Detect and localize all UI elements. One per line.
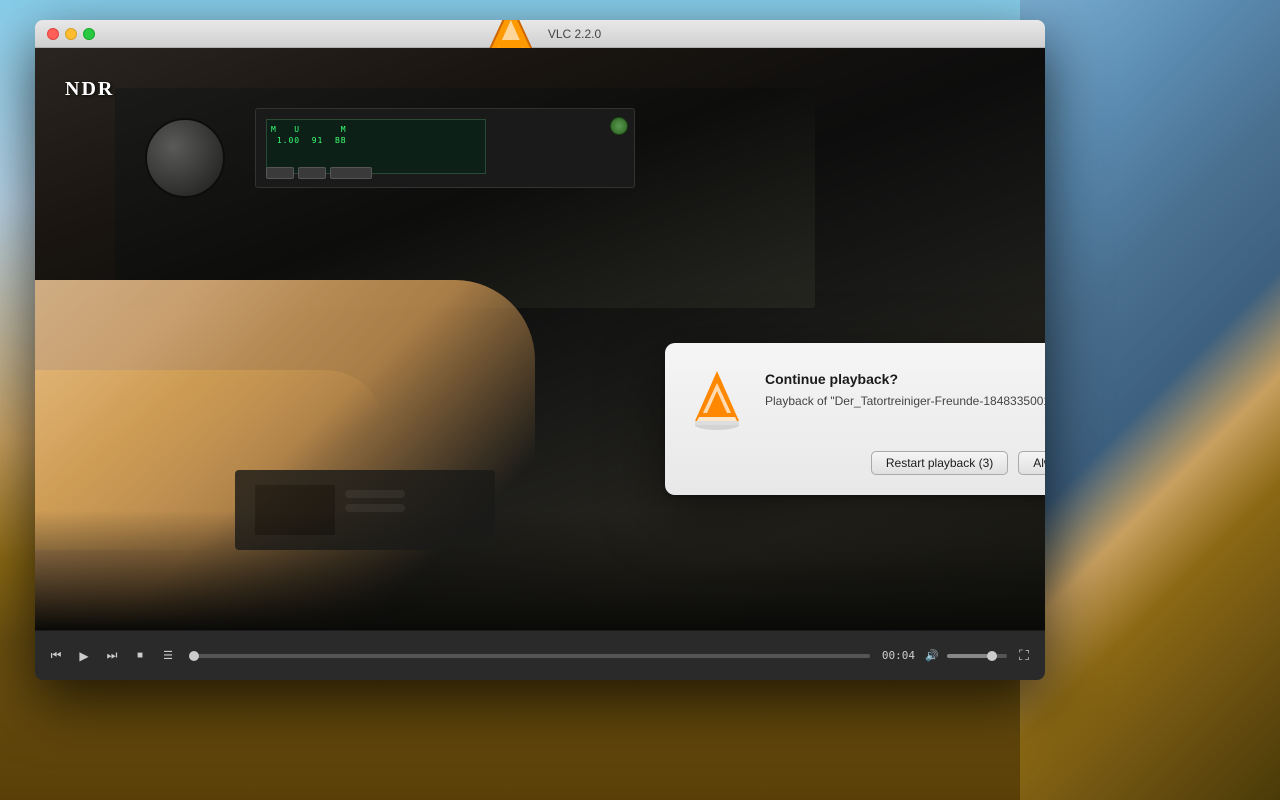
radio-unit: M U M 1.00 91 BB bbox=[255, 108, 635, 188]
close-button[interactable] bbox=[47, 28, 59, 40]
always-continue-button[interactable]: Always continue bbox=[1018, 451, 1045, 475]
radio-buttons bbox=[266, 167, 372, 179]
minimize-button[interactable] bbox=[65, 28, 77, 40]
play-button[interactable]: ▶ bbox=[73, 645, 95, 667]
stop-button[interactable]: ■ bbox=[129, 645, 151, 667]
rewind-button[interactable]: ⏮ bbox=[45, 645, 67, 667]
volume-fill bbox=[947, 654, 992, 658]
playlist-button[interactable]: ☰ bbox=[157, 645, 179, 667]
car-panel: M U M 1.00 91 BB bbox=[115, 88, 815, 308]
progress-bar[interactable] bbox=[191, 654, 870, 658]
volume-icon[interactable]: 🔊 bbox=[921, 645, 943, 667]
continue-dialog: Continue playback? Playback of "Der_Tato… bbox=[665, 343, 1045, 495]
video-content: M U M 1.00 91 BB bbox=[35, 48, 1045, 630]
dialog-message: Playback of "Der_Tatortreiniger-Freunde-… bbox=[765, 393, 1045, 410]
restart-playback-button[interactable]: Restart playback (3) bbox=[871, 451, 1008, 475]
green-knob bbox=[610, 117, 628, 135]
dialog-content: Continue playback? Playback of "Der_Tato… bbox=[685, 367, 1045, 431]
vlc-window: VLC 2.2.0 M U M 1.00 91 BB bbox=[35, 20, 1045, 680]
title-bar: VLC 2.2.0 bbox=[35, 20, 1045, 48]
dialog-title: Continue playback? bbox=[765, 371, 1045, 387]
dialog-buttons: Restart playback (3) Always continue Con… bbox=[685, 451, 1045, 475]
video-area: M U M 1.00 91 BB bbox=[35, 48, 1045, 630]
left-knob bbox=[145, 118, 225, 198]
fullscreen-button[interactable]: ⛶ bbox=[1013, 645, 1035, 667]
vlc-logo bbox=[685, 367, 749, 431]
volume-knob bbox=[987, 651, 997, 661]
mountain-background bbox=[1020, 0, 1280, 800]
controls-bar: ⏮ ▶ ⏭ ■ ☰ 00:04 🔊 ⛶ bbox=[35, 630, 1045, 680]
volume-section: 🔊 bbox=[921, 645, 1007, 667]
progress-knob bbox=[189, 651, 199, 661]
traffic-lights bbox=[47, 28, 95, 40]
dialog-text-area: Continue playback? Playback of "Der_Tato… bbox=[765, 367, 1045, 410]
radio-display: M U M 1.00 91 BB bbox=[266, 119, 486, 174]
fast-forward-button[interactable]: ⏭ bbox=[101, 645, 123, 667]
maximize-button[interactable] bbox=[83, 28, 95, 40]
time-display: 00:04 bbox=[882, 649, 915, 662]
volume-bar[interactable] bbox=[947, 654, 1007, 658]
bottom-fade bbox=[35, 510, 1045, 630]
cassette-deck bbox=[235, 470, 495, 550]
ndr-logo: NDR bbox=[65, 78, 114, 101]
radio-display-text: M U M 1.00 91 BB bbox=[267, 120, 485, 150]
